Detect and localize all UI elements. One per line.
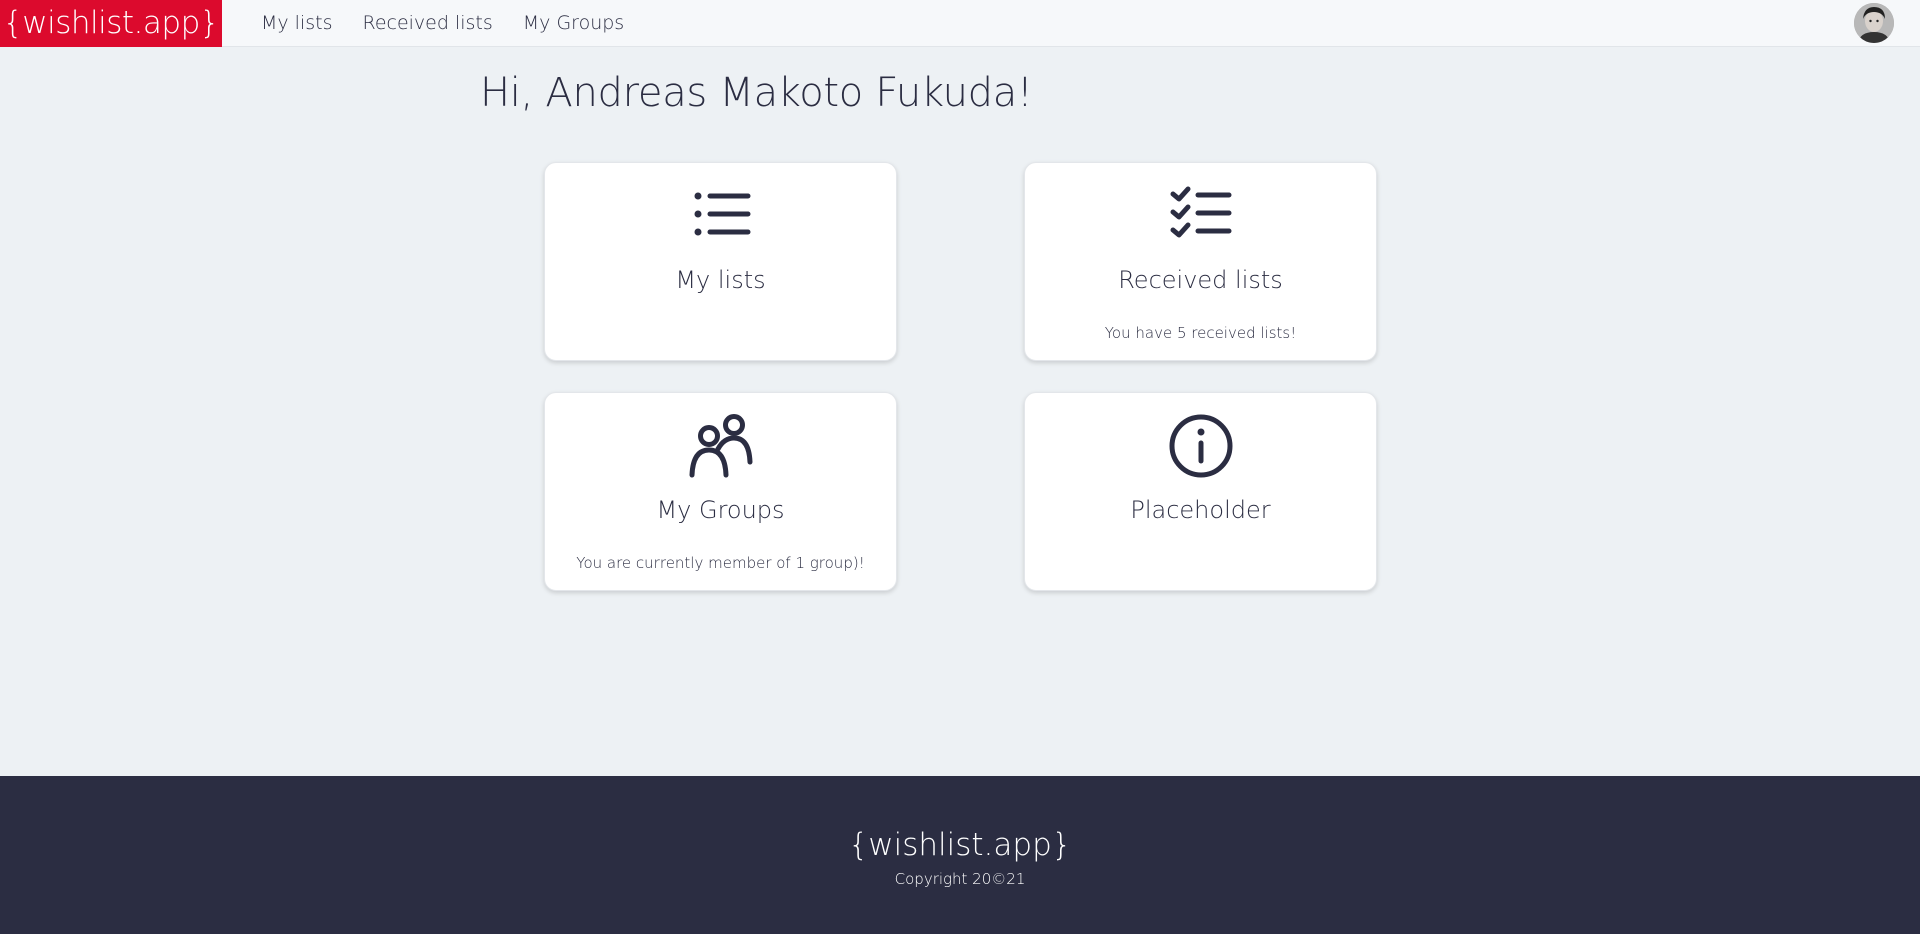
users-icon bbox=[545, 413, 896, 479]
nav-received-lists[interactable]: Received lists bbox=[362, 12, 492, 34]
card-placeholder[interactable]: Placeholder bbox=[1024, 392, 1377, 591]
card-title: Received lists bbox=[1118, 266, 1283, 294]
card-title: My Groups bbox=[656, 496, 785, 524]
card-title: Placeholder bbox=[1130, 496, 1271, 524]
info-icon bbox=[1025, 413, 1376, 479]
avatar-photo-icon bbox=[1854, 3, 1894, 43]
footer-copyright: Copyright 20©21 bbox=[894, 870, 1026, 888]
card-received-lists[interactable]: Received lists You have 5 received lists… bbox=[1024, 162, 1377, 361]
top-navbar: {wishlist.app} My lists Received lists M… bbox=[0, 0, 1920, 47]
page-greeting: Hi, Andreas Makoto Fukuda! bbox=[480, 70, 1033, 116]
user-avatar[interactable] bbox=[1854, 3, 1894, 43]
nav-my-groups[interactable]: My Groups bbox=[523, 12, 624, 34]
card-subtitle: You are currently member of 1 group)! bbox=[576, 554, 865, 572]
main-nav: My lists Received lists My Groups bbox=[261, 12, 654, 34]
list-icon bbox=[545, 183, 896, 249]
card-title: My lists bbox=[675, 266, 766, 294]
card-my-groups[interactable]: My Groups You are currently member of 1 … bbox=[544, 392, 897, 591]
checklist-icon bbox=[1025, 183, 1376, 249]
page-footer: {wishlist.app} Copyright 20©21 bbox=[0, 776, 1920, 934]
footer-brand: {wishlist.app} bbox=[848, 827, 1072, 863]
card-subtitle: You have 5 received lists! bbox=[1104, 324, 1297, 342]
nav-my-lists[interactable]: My lists bbox=[261, 12, 332, 34]
brand-logo-link[interactable]: {wishlist.app} bbox=[0, 0, 222, 47]
card-my-lists[interactable]: My lists bbox=[544, 162, 897, 361]
